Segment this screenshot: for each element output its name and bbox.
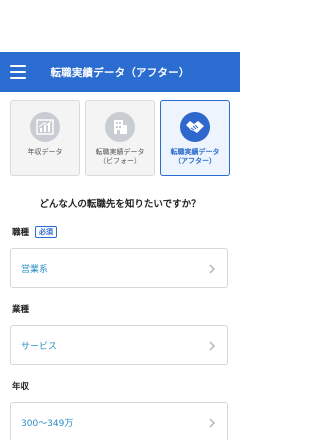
hamburger-menu-icon[interactable] [10, 65, 26, 79]
income-select[interactable]: 300〜349万 [10, 402, 228, 440]
field-label-industry: 業種 [12, 303, 29, 315]
card-salary-data[interactable]: 年収データ [10, 100, 80, 176]
required-badge: 必須 [35, 226, 58, 238]
card-label: 転職実績データ （アフター） [171, 148, 220, 165]
page-title: 転職実績データ（アフター） [50, 66, 190, 79]
select-value: 営業系 [21, 265, 49, 275]
field-label-text: 業種 [12, 305, 30, 315]
field-label-text: 職種 [12, 228, 30, 238]
chevron-right-icon [209, 418, 216, 428]
status-area [0, 0, 240, 52]
card-label: 年収データ [28, 148, 63, 157]
field-label-income: 年収 [12, 380, 29, 392]
app-page: 転職実績データ（アフター） 年収データ 転職実績データ （ビフォー） 転職実績デ… [0, 0, 240, 440]
app-header: 転職実績データ（アフター） [0, 52, 240, 92]
chevron-right-icon [209, 264, 216, 274]
bar-chart-icon [30, 112, 60, 142]
card-label-line: 転職実績データ [95, 148, 145, 156]
card-label-line: （ビフォー） [99, 156, 141, 165]
select-value: サービス [21, 342, 58, 352]
data-type-cards: 年収データ 転職実績データ （ビフォー） 転職実績データ （アフター） [10, 100, 230, 176]
question-heading: どんな人の転職先を知りたいですか？ [39, 199, 201, 210]
field-label-text: 年収 [12, 382, 30, 392]
card-label: 転職実績データ （ビフォー） [96, 148, 145, 165]
card-label-line: （アフター） [174, 156, 216, 165]
handshake-icon [180, 112, 210, 142]
card-after-data[interactable]: 転職実績データ （アフター） [160, 100, 230, 176]
card-label-line: 年収データ [27, 148, 63, 156]
office-building-icon [105, 112, 135, 142]
field-label-job-type: 職種 必須 [12, 226, 58, 238]
card-before-data[interactable]: 転職実績データ （ビフォー） [85, 100, 155, 176]
select-value: 300〜349万 [21, 419, 74, 429]
card-label-line: 転職実績データ [170, 148, 220, 156]
industry-select[interactable]: サービス [10, 325, 228, 365]
job-type-select[interactable]: 営業系 [10, 248, 228, 288]
chevron-right-icon [209, 341, 216, 351]
